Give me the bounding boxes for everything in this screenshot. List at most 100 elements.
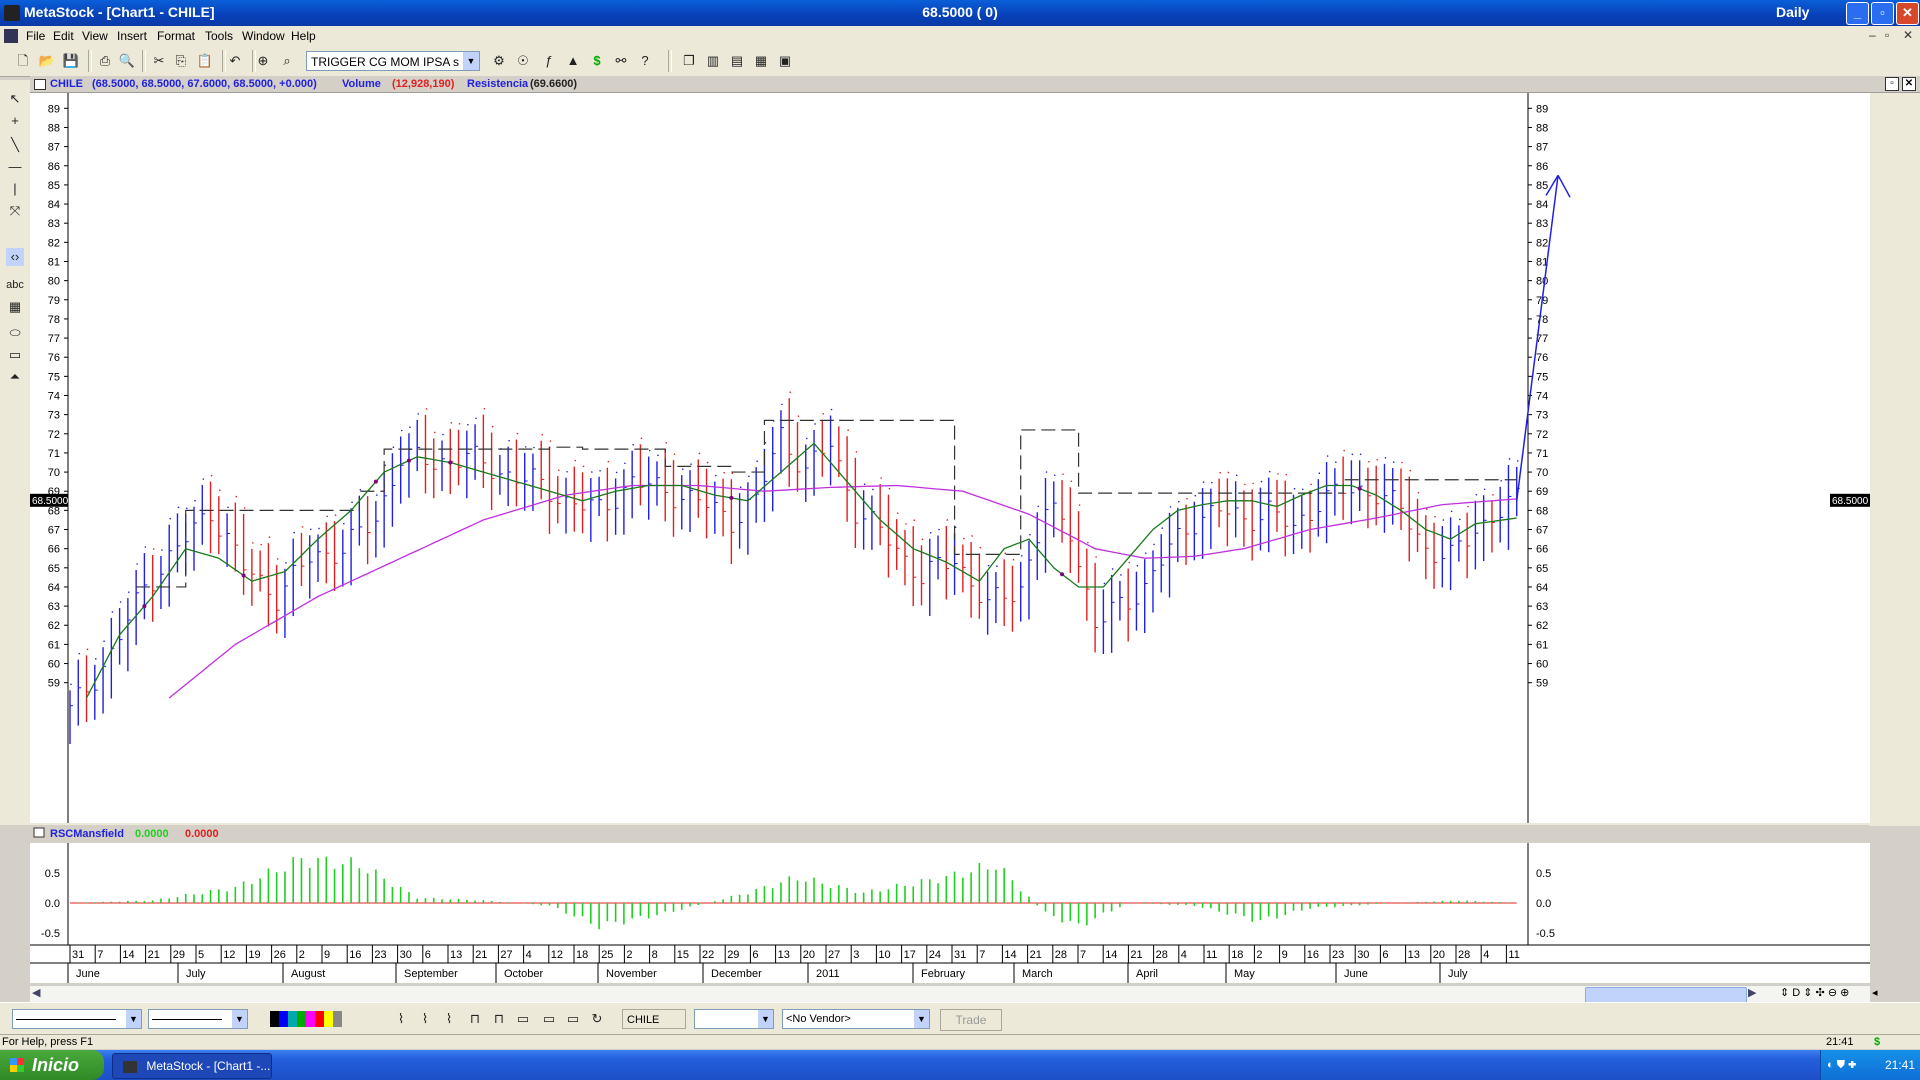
- price-dot: [1153, 543, 1155, 546]
- resistance-label[interactable]: Resistencia: [467, 76, 528, 92]
- zoom-icon[interactable]: ⌕: [278, 52, 296, 70]
- volume-label[interactable]: Volume: [342, 76, 381, 92]
- last-value-readout: 68.5000 ( 0): [922, 4, 998, 20]
- minimize-button[interactable]: _: [1846, 2, 1869, 25]
- save-icon[interactable]: 💾: [62, 52, 80, 70]
- price-dot: [582, 465, 585, 468]
- horizontal-line-icon[interactable]: —: [6, 158, 24, 176]
- tray-icons[interactable]: ◐ ⛊ ✚: [1827, 1050, 1856, 1080]
- binoculars-icon[interactable]: ⚯: [612, 52, 630, 70]
- window-icon[interactable]: ▭: [564, 1010, 582, 1028]
- exchange-select[interactable]: ▼: [694, 1009, 774, 1029]
- zoom-controls-icon[interactable]: ⇕ D ⇕ ✣ ⊖ ⊕: [1780, 986, 1849, 999]
- new-icon[interactable]: 🗋: [14, 52, 32, 70]
- start-button[interactable]: Inicio: [0, 1050, 104, 1080]
- context-help-icon[interactable]: ?: [636, 52, 654, 70]
- cascade-icon[interactable]: ❐: [680, 52, 698, 70]
- undo-icon[interactable]: ↶: [226, 52, 244, 70]
- trade-button[interactable]: Trade: [940, 1009, 1002, 1031]
- symbol-field[interactable]: CHILE: [622, 1009, 686, 1029]
- open-icon[interactable]: 📂: [38, 52, 56, 70]
- trendline-icon[interactable]: ╲: [6, 136, 24, 154]
- line-weight-select[interactable]: ▼: [148, 1009, 248, 1029]
- pane-close-icon[interactable]: ✕: [1902, 77, 1916, 91]
- price-dot: [516, 432, 519, 435]
- style-icon[interactable]: ⌇: [392, 1010, 410, 1028]
- print-preview-icon[interactable]: 🔍: [118, 52, 136, 70]
- crosshair-icon[interactable]: ⊕: [254, 52, 272, 70]
- price-dot: [442, 433, 444, 436]
- chevron-down-icon[interactable]: ▼: [126, 1010, 141, 1028]
- scroll-thumb[interactable]: [1585, 987, 1747, 1003]
- month-label: March: [1022, 968, 1053, 980]
- pane-maximize-icon[interactable]: ▫: [1885, 77, 1899, 91]
- expert-advisor-icon[interactable]: ☉: [514, 52, 532, 70]
- color-palette[interactable]: [270, 1011, 360, 1027]
- chevron-down-icon[interactable]: ▼: [758, 1010, 773, 1028]
- text-tool-icon[interactable]: abc: [6, 276, 24, 294]
- window-icon[interactable]: ▭: [540, 1010, 558, 1028]
- mdi-close-icon[interactable]: ✕: [1903, 28, 1913, 42]
- vendor-select[interactable]: <No Vendor> ▼: [782, 1009, 930, 1029]
- refresh-icon[interactable]: ↻: [588, 1010, 606, 1028]
- crosshair-tool-icon[interactable]: +: [6, 112, 24, 130]
- copy-icon[interactable]: ⎘: [172, 52, 190, 70]
- paste-icon[interactable]: 📋: [196, 52, 214, 70]
- bar-style-icon[interactable]: ⊓: [466, 1010, 484, 1028]
- vertical-line-icon[interactable]: |: [6, 180, 24, 198]
- chart-canvas[interactable]: RSCMansfield 0.0000 0.0000 5960616263646…: [30, 93, 1870, 983]
- layout-icon[interactable]: ▣: [776, 52, 794, 70]
- explorer-icon[interactable]: ⚙: [490, 52, 508, 70]
- indicator-tick-label: 0.5: [1536, 868, 1551, 880]
- bar-style-icon[interactable]: ⊓: [490, 1010, 508, 1028]
- menu-file[interactable]: File: [26, 29, 45, 43]
- menu-window[interactable]: Window: [242, 29, 285, 43]
- chart-scrollbar[interactable]: ◀ ▶ ⇕ D ⇕ ✣ ⊖ ⊕ ◂ ▸ ▯: [30, 985, 1878, 1025]
- mdi-minimize-icon[interactable]: –: [1869, 28, 1876, 42]
- dollar-icon[interactable]: $: [588, 52, 606, 70]
- menu-format[interactable]: Format: [157, 29, 195, 43]
- tile-horizontal-icon[interactable]: ▤: [728, 52, 746, 70]
- y-tick-label: 76: [48, 352, 60, 364]
- expert-select[interactable]: TRIGGER CG MOM IPSA s ▼: [306, 51, 480, 71]
- indicator-name[interactable]: RSCMansfield: [50, 828, 124, 840]
- chevron-down-icon[interactable]: ▼: [914, 1010, 929, 1028]
- rectangle-icon[interactable]: ▭: [6, 346, 24, 364]
- chevron-down-icon[interactable]: ▼: [463, 52, 479, 70]
- tile-vertical-icon[interactable]: ▥: [704, 52, 722, 70]
- pointer-icon[interactable]: ↖: [6, 90, 24, 108]
- maximize-button[interactable]: ▫: [1871, 2, 1894, 25]
- triangle-icon[interactable]: ⏶: [6, 368, 24, 386]
- taskbar-item-metastock[interactable]: MetaStock - [Chart1 -...: [112, 1053, 272, 1079]
- app-icon[interactable]: [4, 5, 20, 21]
- close-button[interactable]: ✕: [1896, 2, 1919, 25]
- fibonacci-icon[interactable]: ⤧: [6, 202, 24, 220]
- menu-insert[interactable]: Insert: [117, 29, 147, 43]
- system-tester-icon[interactable]: ▲: [564, 52, 582, 70]
- cut-icon[interactable]: ✂: [150, 52, 168, 70]
- price-dot: [1194, 494, 1197, 497]
- menu-help[interactable]: Help: [291, 29, 316, 43]
- grid-tool-icon[interactable]: ▦: [6, 298, 24, 316]
- menu-tools[interactable]: Tools: [205, 29, 233, 43]
- tile-grid-icon[interactable]: ▦: [752, 52, 770, 70]
- scroll-icon[interactable]: ‹›: [6, 248, 24, 266]
- document-icon[interactable]: [4, 29, 18, 43]
- style-icon[interactable]: ⌇: [440, 1010, 458, 1028]
- mdi-restore-icon[interactable]: ▫: [1885, 28, 1889, 42]
- security-name[interactable]: CHILE: [50, 76, 83, 92]
- menu-edit[interactable]: Edit: [53, 29, 74, 43]
- scroll-left-icon[interactable]: ◀: [32, 986, 40, 999]
- indicator-builder-icon[interactable]: ƒ: [540, 52, 558, 70]
- price-dot: [706, 461, 709, 464]
- price-dot: [1128, 561, 1130, 564]
- window-icon[interactable]: ▭: [514, 1010, 532, 1028]
- style-icon[interactable]: ⌇: [416, 1010, 434, 1028]
- x-tick-label: 28: [1156, 949, 1168, 961]
- print-icon[interactable]: ⎙: [96, 52, 114, 70]
- ellipse-icon[interactable]: ⬭: [6, 324, 24, 342]
- chevron-down-icon[interactable]: ▼: [232, 1010, 247, 1028]
- menu-view[interactable]: View: [82, 29, 108, 43]
- scroll-right-icon[interactable]: ▶: [1748, 986, 1756, 999]
- line-style-select[interactable]: ▼: [12, 1009, 142, 1029]
